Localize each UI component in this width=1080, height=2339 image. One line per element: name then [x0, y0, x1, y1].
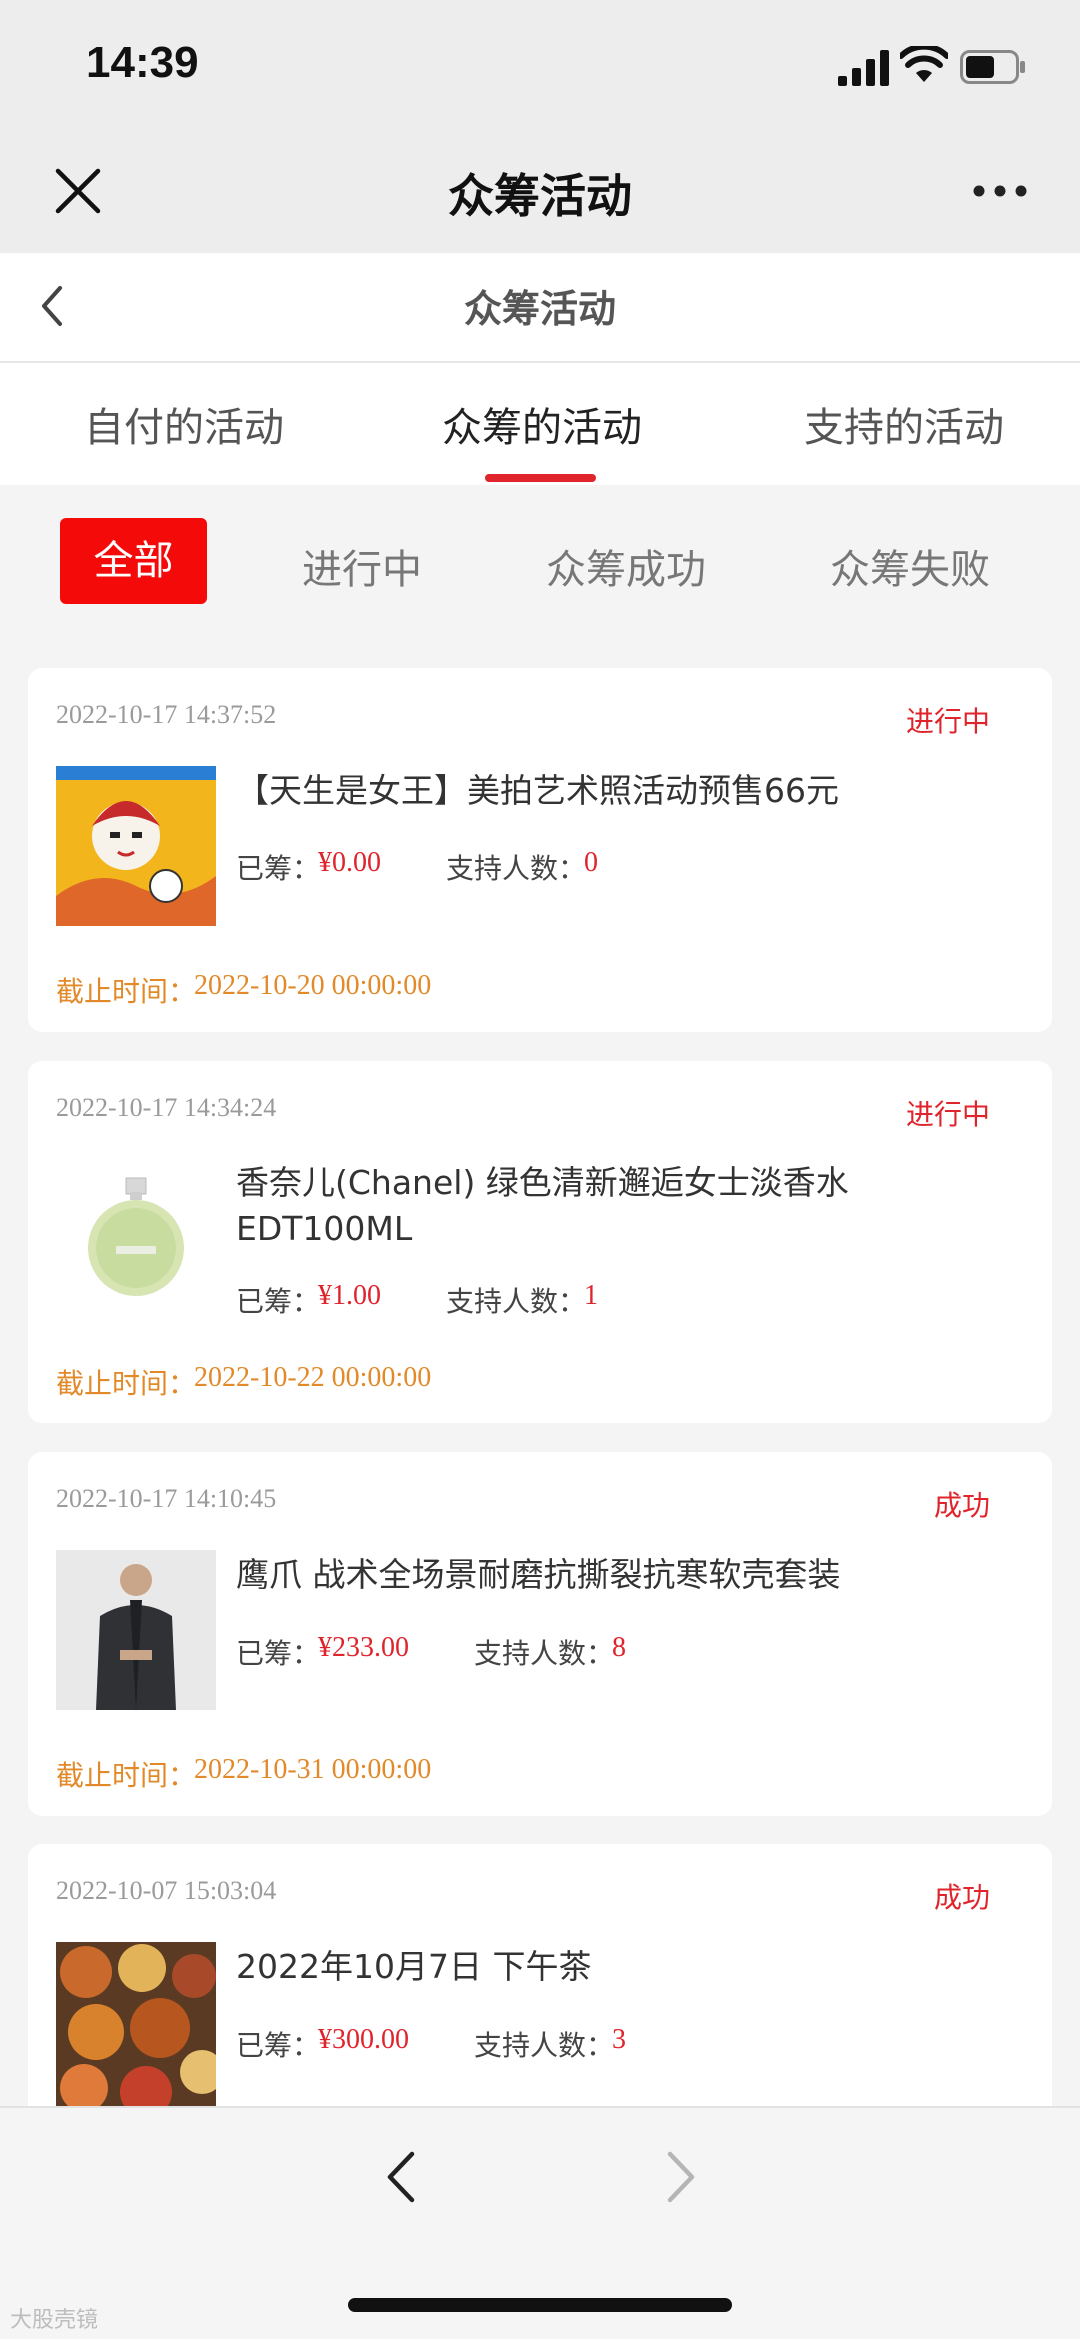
card-status: 成功: [934, 1489, 991, 1522]
nav-back-icon[interactable]: [382, 2148, 422, 2206]
page-title: 众筹活动: [463, 287, 616, 331]
deadline-label: 截止时间：: [56, 1759, 197, 1792]
supporters-label: 支持人数：: [474, 1637, 615, 1670]
wechat-title: 众筹活动: [448, 169, 632, 223]
raised-label: 已筹：: [236, 1637, 321, 1670]
tab-indicator: [485, 474, 596, 482]
deadline-value: 2022-10-22 00:00:00: [194, 1362, 432, 1393]
deadline-label: 截止时间：: [56, 1367, 197, 1400]
product-name: 香奈儿(Chanel) 绿色清新邂逅女士淡香水EDT100ML: [236, 1163, 849, 1248]
raised-value: ¥233.00: [318, 1632, 409, 1663]
filter-failed[interactable]: 众筹失败: [830, 537, 990, 595]
watermark: 大股壳镜: [10, 2308, 99, 2333]
product-name: 【天生是女王】美拍艺术照活动预售66元: [236, 771, 839, 810]
nav-forward-icon[interactable]: [660, 2148, 700, 2206]
status-time: 14:39: [86, 38, 199, 87]
card-status: 进行中: [906, 1098, 991, 1131]
raised-label: 已筹：: [236, 852, 321, 885]
home-indicator[interactable]: [348, 2298, 732, 2312]
product-thumbnail: [56, 1942, 216, 2106]
product-thumbnail: [56, 1160, 216, 1320]
product-name: 2022年10月7日 下午茶: [236, 1947, 592, 1986]
filter-success[interactable]: 众筹成功: [546, 537, 706, 595]
deadline-label: 截止时间：: [56, 975, 197, 1008]
more-icon[interactable]: [972, 178, 1028, 204]
raised-value: ¥1.00: [318, 1280, 381, 1311]
filter-all[interactable]: 全部: [60, 518, 207, 604]
card-timestamp: 2022-10-17 14:37:52: [56, 700, 277, 729]
raised-value: ¥0.00: [318, 847, 381, 878]
raised-label: 已筹：: [236, 2029, 321, 2062]
signal-icon: [838, 50, 889, 86]
deadline-value: 2022-10-20 00:00:00: [194, 970, 432, 1001]
product-name: 鹰爪 战术全场景耐磨抗撕裂抗寒软壳套装: [236, 1555, 841, 1594]
card-timestamp: 2022-10-17 14:34:24: [56, 1093, 277, 1122]
product-thumbnail: [56, 1550, 216, 1710]
product-thumbnail: [56, 766, 216, 926]
supporters-value: 3: [612, 2024, 626, 2055]
supporters-value: 0: [584, 847, 598, 878]
supporters-value: 8: [612, 1632, 626, 1663]
raised-label: 已筹：: [236, 1285, 321, 1318]
wifi-icon: [900, 46, 948, 82]
tab-crowdfunded[interactable]: 众筹的活动: [442, 395, 642, 453]
battery-icon: [960, 50, 1025, 84]
tab-self-paid[interactable]: 自付的活动: [84, 395, 284, 453]
card-status: 进行中: [906, 705, 991, 738]
supporters-value: 1: [584, 1280, 598, 1311]
raised-value: ¥300.00: [318, 2024, 409, 2055]
tab-supported[interactable]: 支持的活动: [804, 395, 1004, 453]
card-status: 成功: [934, 1881, 991, 1914]
supporters-label: 支持人数：: [446, 852, 587, 885]
supporters-label: 支持人数：: [474, 2029, 615, 2062]
card-timestamp: 2022-10-07 15:03:04: [56, 1876, 277, 1905]
filter-in-progress[interactable]: 进行中: [302, 537, 422, 595]
deadline-value: 2022-10-31 00:00:00: [194, 1754, 432, 1785]
supporters-label: 支持人数：: [446, 1285, 587, 1318]
card-timestamp: 2022-10-17 14:10:45: [56, 1484, 277, 1513]
